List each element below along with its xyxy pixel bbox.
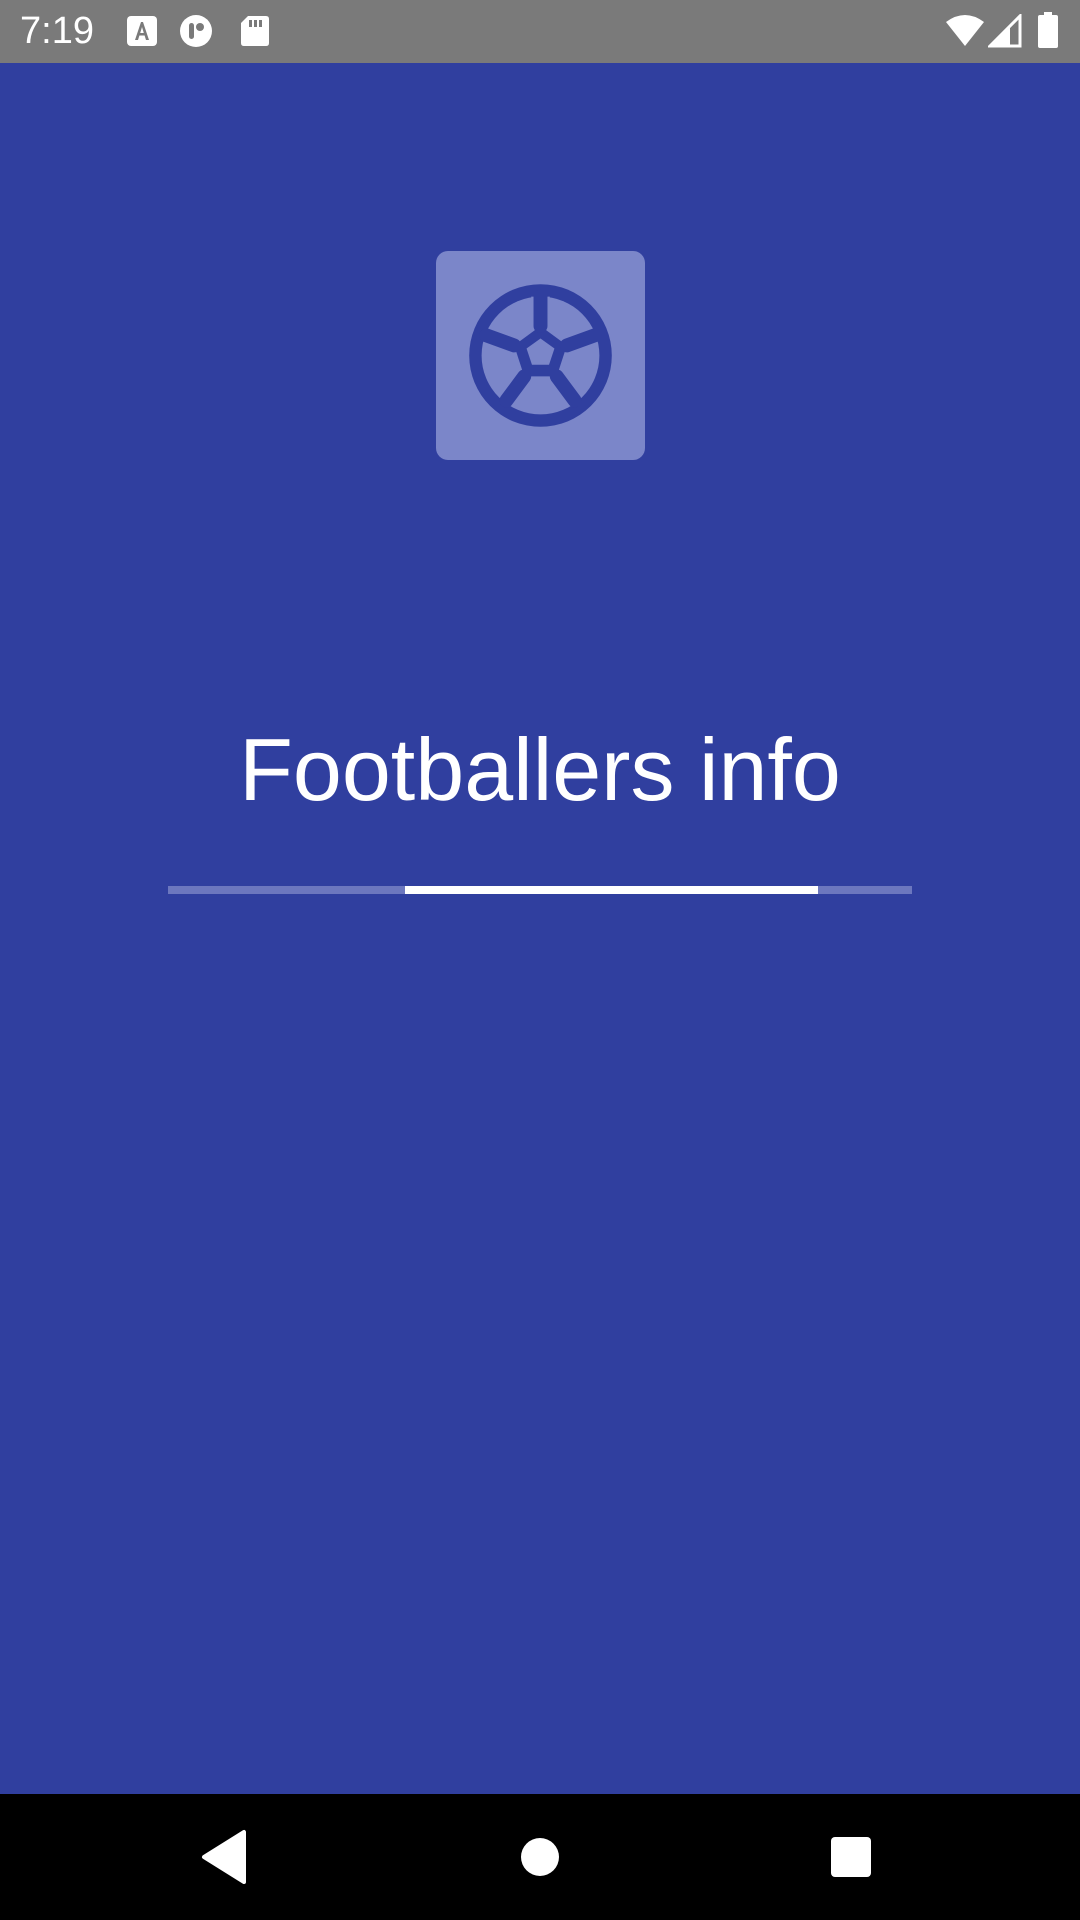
status-bar: 7:19 bbox=[0, 0, 1080, 63]
battery-icon bbox=[1037, 12, 1059, 48]
cellular-signal-icon bbox=[986, 12, 1022, 48]
notification-app-icon bbox=[179, 14, 213, 48]
app-title: Footballers info bbox=[239, 720, 841, 819]
loading-progress-bar bbox=[168, 886, 912, 894]
progress-indicator bbox=[405, 886, 818, 894]
recents-icon[interactable] bbox=[818, 1824, 884, 1890]
splash-screen: 7:19 Footballers info bbox=[0, 0, 1080, 1920]
sd-card-icon bbox=[238, 14, 272, 48]
wifi-icon bbox=[945, 14, 985, 48]
app-logo bbox=[436, 251, 645, 460]
soccer-ball-icon bbox=[469, 284, 612, 427]
font-app-icon bbox=[125, 14, 159, 48]
home-icon[interactable] bbox=[507, 1824, 573, 1890]
back-icon[interactable] bbox=[192, 1824, 258, 1890]
navigation-bar bbox=[0, 1794, 1080, 1920]
status-time: 7:19 bbox=[20, 10, 94, 52]
